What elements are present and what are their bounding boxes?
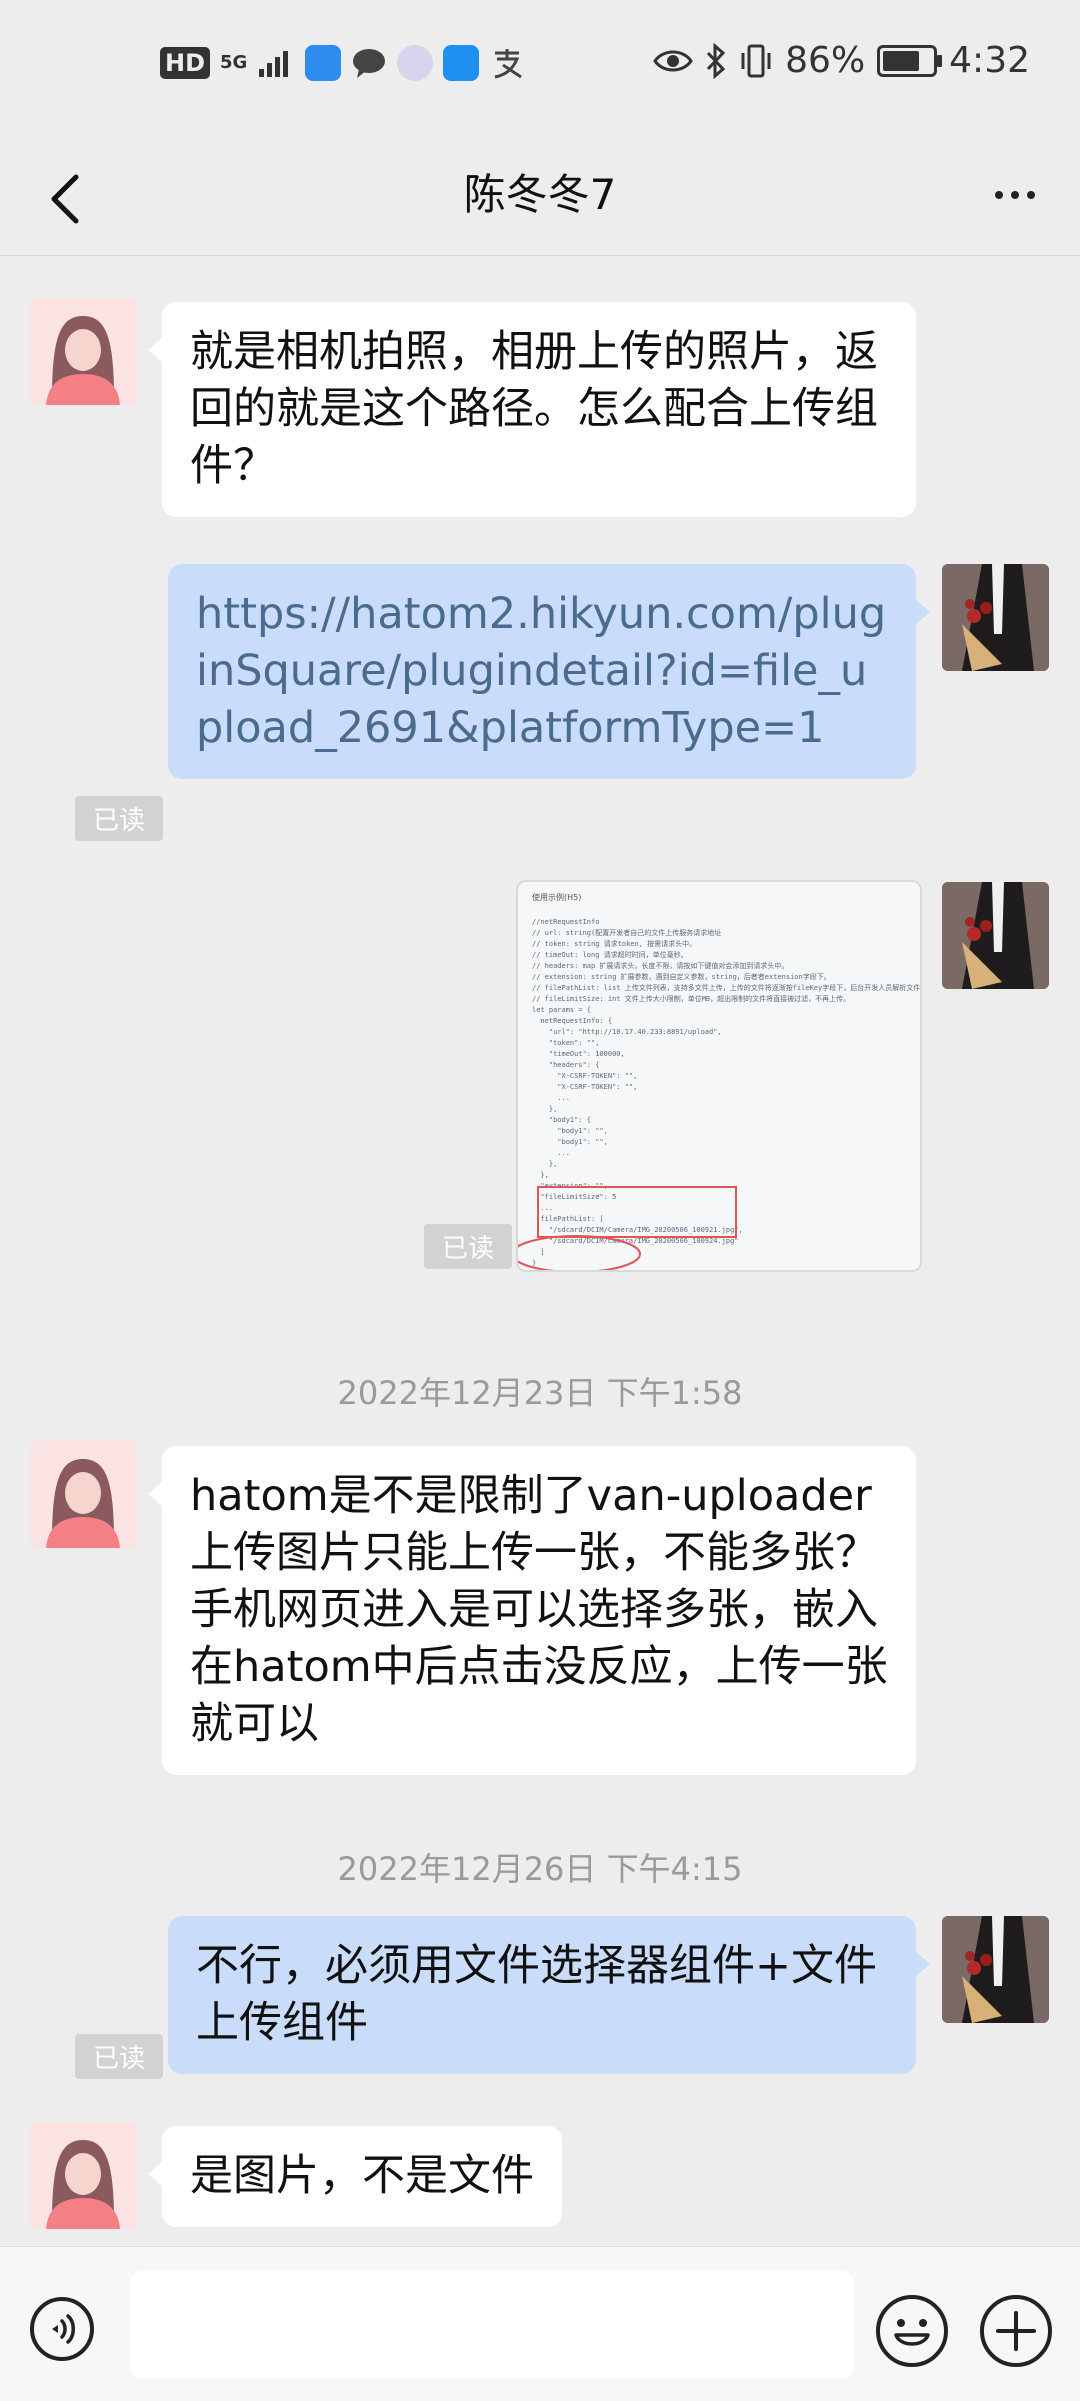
voice-button[interactable] <box>30 2297 94 2361</box>
battery-icon <box>877 44 943 77</box>
message-list[interactable]: 就是相机拍照，相册上传的照片，返回的就是这个路径。怎么配合上传组件？ https… <box>0 256 1080 2246</box>
clock: 4:32 <box>949 40 1030 81</box>
girl-avatar-icon <box>46 1459 120 1548</box>
read-receipt: 已读 <box>75 2034 164 2079</box>
plus-button[interactable] <box>980 2295 1052 2367</box>
self-avatar[interactable] <box>942 564 1049 671</box>
more-dot <box>1011 191 1019 199</box>
browser-app-icon <box>397 45 434 81</box>
image-message[interactable]: 使用示例(H5) //netRequestInfo // url: string… <box>516 880 922 1272</box>
eye-icon <box>653 50 693 71</box>
timestamp: 2022年12月26日 下午4:15 <box>337 1850 743 1888</box>
message-bubble-outgoing[interactable]: 不行，必须用文件选择器组件+文件上传组件 <box>168 1916 930 2074</box>
bluetooth-icon <box>707 42 726 79</box>
self-avatar[interactable] <box>942 1916 1049 2023</box>
alipay-icon <box>494 49 523 79</box>
vibrate-icon <box>741 44 771 77</box>
message-icon <box>353 49 386 78</box>
signal-icon <box>259 51 289 77</box>
man-bouquet-avatar-icon <box>942 1916 1049 2023</box>
weather-app-icon <box>305 45 342 81</box>
search-app-icon <box>443 45 480 81</box>
status-right: 86% 4:32 <box>653 40 1030 81</box>
hd-badge: HD <box>160 47 211 79</box>
contact-avatar[interactable] <box>30 298 137 405</box>
man-bouquet-avatar-icon <box>942 564 1049 671</box>
contact-avatar[interactable] <box>30 1441 137 1548</box>
message-input[interactable] <box>130 2271 854 2379</box>
chat-title: 陈冬冬7 <box>463 170 617 219</box>
emoji-button[interactable] <box>876 2295 948 2367</box>
self-avatar[interactable] <box>942 882 1049 989</box>
emoji-icon <box>894 2319 930 2346</box>
girl-avatar-icon <box>46 2140 120 2229</box>
man-bouquet-avatar-icon <box>942 882 1049 989</box>
more-button[interactable] <box>980 165 1050 225</box>
contact-avatar[interactable] <box>30 2122 137 2229</box>
voice-icon <box>52 2314 75 2344</box>
status-bar: HD 5G 86% 4:32 <box>0 0 1080 135</box>
more-dots-icon <box>995 191 1003 199</box>
read-receipt: 已读 <box>75 796 164 841</box>
message-bubble-incoming[interactable]: 就是相机拍照，相册上传的照片，返回的就是这个路径。怎么配合上传组件？ <box>148 302 916 517</box>
message-bubble-outgoing-link[interactable]: https://hatom2.hikyun.com/pluginSquare/p… <box>168 564 930 779</box>
timestamp: 2022年12月23日 下午1:58 <box>337 1374 743 1412</box>
message-bubble-incoming[interactable]: hatom是不是限制了van-uploader上传图片只能上传一张，不能多张？手… <box>148 1446 916 1775</box>
status-left: HD 5G <box>160 45 525 81</box>
read-receipt: 已读 <box>424 1224 513 1269</box>
input-bar <box>0 2246 1080 2401</box>
message-bubble-incoming[interactable]: 是图片，不是文件 <box>148 2126 562 2227</box>
more-dot <box>1027 191 1035 199</box>
network-label: 5G <box>220 52 248 73</box>
chat-header: 陈冬冬7 <box>0 135 1080 256</box>
plus-icon <box>996 2311 1036 2351</box>
battery-percent: 86% <box>785 40 866 81</box>
girl-avatar-icon <box>46 316 120 405</box>
highlight-annotations <box>518 1186 737 1270</box>
